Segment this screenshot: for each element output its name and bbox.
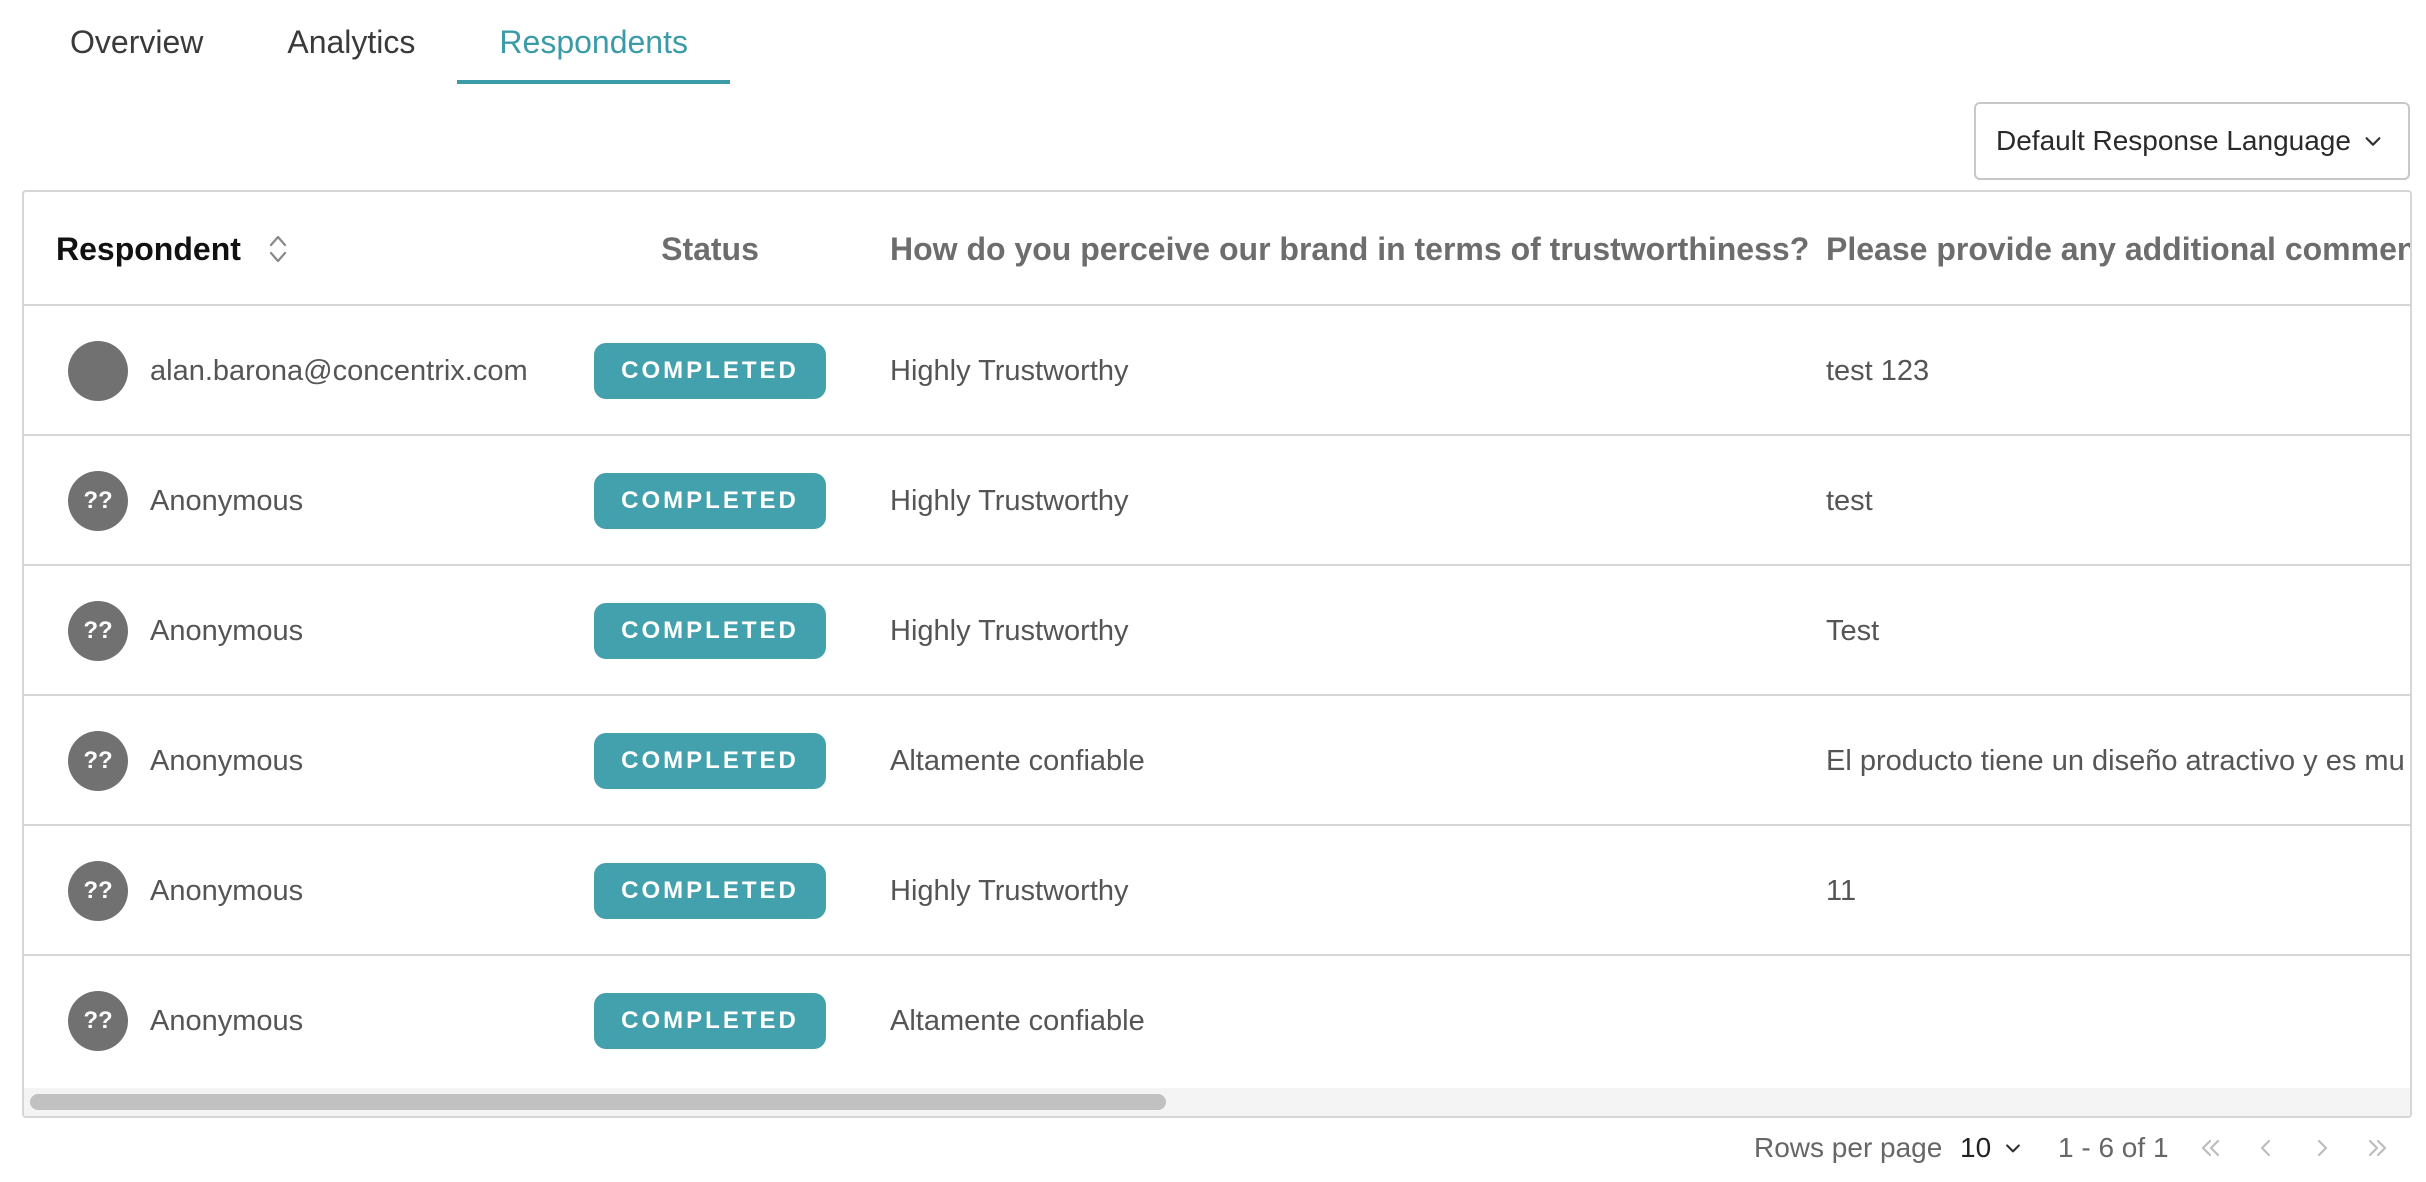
avatar: ?? bbox=[68, 991, 128, 1051]
tab-bar: Overview Analytics Respondents bbox=[28, 0, 730, 84]
trustworthiness-answer: Altamente confiable bbox=[890, 744, 1145, 777]
respondent-name: alan.barona@concentrix.com bbox=[150, 354, 528, 387]
comments-answer: test 123 bbox=[1826, 354, 1930, 387]
respondents-table: Respondent Status How do you perceive ou… bbox=[22, 190, 2412, 1118]
comments-answer: Test bbox=[1826, 614, 1880, 647]
prev-page-icon[interactable] bbox=[2250, 1132, 2282, 1164]
chevron-down-icon bbox=[2365, 137, 2381, 146]
status-badge: COMPLETED bbox=[594, 993, 826, 1049]
respondent-name: Anonymous bbox=[150, 744, 304, 777]
status-badge: COMPLETED bbox=[594, 473, 826, 529]
column-header-respondent[interactable]: Respondent bbox=[56, 192, 289, 306]
respondent-name: Anonymous bbox=[150, 1004, 304, 1037]
table-row[interactable]: ?? Anonymous COMPLETED Highly Trustworth… bbox=[24, 566, 2410, 696]
column-header-respondent-label: Respondent bbox=[56, 230, 241, 267]
rows-per-page-select[interactable]: 10 bbox=[1960, 1118, 2023, 1178]
respondent-name: Anonymous bbox=[150, 614, 304, 647]
scrollbar-thumb[interactable] bbox=[30, 1094, 1166, 1110]
avatar: ?? bbox=[68, 601, 128, 661]
status-badge: COMPLETED bbox=[594, 863, 826, 919]
avatar bbox=[68, 341, 128, 401]
respondent-name: Anonymous bbox=[150, 484, 304, 517]
table-row[interactable]: ?? Anonymous COMPLETED Altamente confiab… bbox=[24, 956, 2410, 1086]
trustworthiness-answer: Altamente confiable bbox=[890, 1004, 1145, 1037]
chevron-down-icon bbox=[2006, 1144, 2021, 1153]
trustworthiness-answer: Highly Trustworthy bbox=[890, 614, 1129, 647]
trustworthiness-answer: Highly Trustworthy bbox=[890, 484, 1129, 517]
table-row[interactable]: ?? Anonymous COMPLETED Highly Trustworth… bbox=[24, 436, 2410, 566]
trustworthiness-answer: Highly Trustworthy bbox=[890, 874, 1129, 907]
table-row[interactable]: alan.barona@concentrix.com COMPLETED Hig… bbox=[24, 306, 2410, 436]
avatar: ?? bbox=[68, 471, 128, 531]
comments-answer: El producto tiene un diseño atractivo y … bbox=[1826, 744, 2405, 777]
table-row[interactable]: ?? Anonymous COMPLETED Altamente confiab… bbox=[24, 696, 2410, 826]
status-badge: COMPLETED bbox=[594, 343, 826, 399]
page-range: 1 - 6 of 1 bbox=[2058, 1132, 2169, 1163]
status-badge: COMPLETED bbox=[594, 733, 826, 789]
comments-answer: test bbox=[1826, 484, 1873, 517]
table-row[interactable]: ?? Anonymous COMPLETED Highly Trustworth… bbox=[24, 826, 2410, 956]
response-language-value: Default Response Language bbox=[1996, 125, 2351, 156]
response-language-select[interactable]: Default Response Language bbox=[1974, 102, 2410, 180]
next-page-icon[interactable] bbox=[2306, 1132, 2338, 1164]
sort-icon[interactable] bbox=[267, 231, 289, 267]
respondent-name: Anonymous bbox=[150, 874, 304, 907]
tab-overview[interactable]: Overview bbox=[28, 0, 245, 84]
first-page-icon[interactable] bbox=[2194, 1132, 2226, 1164]
avatar: ?? bbox=[68, 861, 128, 921]
tab-respondents[interactable]: Respondents bbox=[457, 0, 730, 84]
column-header-status: Status bbox=[661, 230, 759, 267]
status-badge: COMPLETED bbox=[594, 603, 826, 659]
rows-per-page-label: Rows per page bbox=[1754, 1132, 1943, 1163]
tab-analytics[interactable]: Analytics bbox=[245, 0, 457, 84]
last-page-icon[interactable] bbox=[2362, 1132, 2394, 1164]
table-header: Respondent Status How do you perceive ou… bbox=[24, 192, 2412, 306]
horizontal-scrollbar[interactable] bbox=[24, 1088, 2410, 1116]
comments-answer: 11 bbox=[1826, 874, 1857, 907]
column-header-comments: Please provide any additional comments bbox=[1826, 230, 2412, 267]
rows-per-page-value: 10 bbox=[1960, 1132, 1992, 1163]
trustworthiness-answer: Highly Trustworthy bbox=[890, 354, 1129, 387]
avatar: ?? bbox=[68, 731, 128, 791]
column-header-trustworthiness: How do you perceive our brand in terms o… bbox=[890, 230, 1810, 267]
